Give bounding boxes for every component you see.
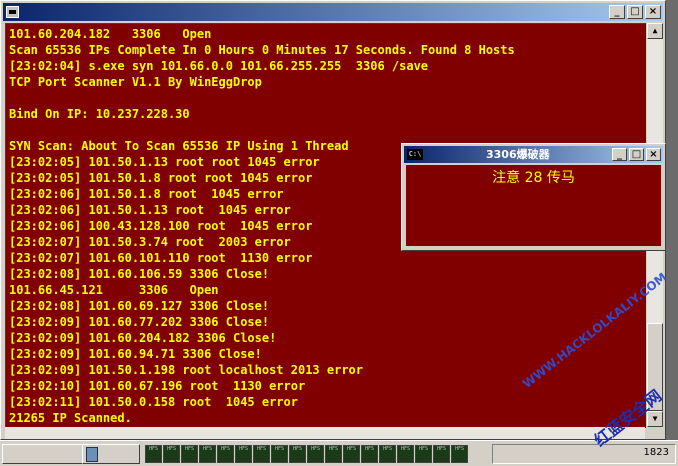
hfs-tray-icon[interactable]: HFS <box>325 445 342 463</box>
hfs-tray-icon[interactable]: HFS <box>253 445 270 463</box>
taskbar-app-button[interactable] <box>82 444 140 464</box>
clock[interactable]: 1823 <box>644 447 669 458</box>
tray-icons: HFS HFS HFS HFS HFS HFS HFS HFS HFS HFS HFS HFS HFS H… <box>145 445 468 463</box>
cracker-maximize-button[interactable]: □ <box>629 148 644 161</box>
cracker-console[interactable]: 注意 28 传马 <box>406 165 661 246</box>
console-line: [23:02:08] 101.60.69.127 3306 Close! <box>9 299 270 313</box>
cracker-window-title: 3306爆破器 <box>486 148 550 161</box>
minimize-button[interactable]: _ <box>609 5 625 19</box>
hfs-tray-icon[interactable]: HFS <box>145 445 162 463</box>
cracker-titlebar[interactable]: C:\ 3306爆破器 _ □ × <box>404 146 663 163</box>
main-titlebar[interactable]: _ □ × <box>3 3 663 21</box>
hfs-tray-icon[interactable]: HFS <box>199 445 216 463</box>
app-icon <box>86 447 98 462</box>
console-line: TCP Port Scanner V1.1 By WinEggDrop <box>9 75 262 89</box>
cmd-icon[interactable]: C:\ <box>407 149 423 160</box>
console-line: [23:02:07] 101.60.101.110 root 1130 erro… <box>9 251 313 265</box>
hfs-tray-icon[interactable]: HFS <box>163 445 180 463</box>
scroll-up-arrow-icon[interactable]: ▲ <box>647 23 663 39</box>
hfs-tray-icon[interactable]: HFS <box>451 445 468 463</box>
hfs-tray-icon[interactable]: HFS <box>289 445 306 463</box>
hfs-tray-icon[interactable]: HFS <box>307 445 324 463</box>
console-line: 101.66.45.121 3306 Open <box>9 283 219 297</box>
hfs-tray-icon[interactable]: HFS <box>235 445 252 463</box>
hfs-tray-icon[interactable]: HFS <box>379 445 396 463</box>
console-line: [23:02:11] 101.50.0.158 root 1045 error <box>9 395 298 409</box>
console-line: [23:02:04] s.exe syn 101.66.0.0 101.66.2… <box>9 59 429 73</box>
cracker-minimize-button[interactable]: _ <box>612 148 627 161</box>
notification-area: 1823 <box>492 444 676 464</box>
hfs-tray-icon[interactable]: HFS <box>181 445 198 463</box>
console-line: [23:02:09] 101.60.204.182 3306 Close! <box>9 331 277 345</box>
cracker-close-button[interactable]: × <box>646 148 661 161</box>
main-window-controls: _ □ × <box>609 5 661 19</box>
hfs-tray-icon[interactable]: HFS <box>397 445 414 463</box>
taskbar: HFS HFS HFS HFS HFS HFS HFS HFS HFS HFS HFS HFS HFS H… <box>0 440 678 466</box>
hfs-tray-icon[interactable]: HFS <box>343 445 360 463</box>
hfs-tray-icon[interactable]: HFS <box>415 445 432 463</box>
horizontal-scrollbar[interactable] <box>5 427 645 439</box>
console-app-icon[interactable] <box>6 6 19 18</box>
hfs-tray-icon[interactable]: HFS <box>433 445 450 463</box>
console-line: Scan 65536 IPs Complete In 0 Hours 0 Min… <box>9 43 515 57</box>
console-line: [23:02:09] 101.60.77.202 3306 Close! <box>9 315 270 329</box>
cracker-window-controls: _ □ × <box>612 148 661 162</box>
maximize-button[interactable]: □ <box>627 5 643 19</box>
console-line: 21265 IP Scanned. <box>9 411 132 425</box>
hfs-tray-icon[interactable]: HFS <box>217 445 234 463</box>
console-line: 101.60.204.182 3306 Open <box>9 27 212 41</box>
close-button[interactable]: × <box>645 5 661 19</box>
console-line: Bind On IP: 10.237.228.30 <box>9 107 190 121</box>
hfs-tray-icon[interactable]: HFS <box>361 445 378 463</box>
cracker-message: 注意 28 传马 <box>492 170 575 186</box>
console-line: [23:02:08] 101.60.106.59 3306 Close! <box>9 267 270 281</box>
hfs-tray-icon[interactable]: HFS <box>271 445 288 463</box>
cracker-window: C:\ 3306爆破器 _ □ × 注意 28 传马 <box>401 143 666 251</box>
